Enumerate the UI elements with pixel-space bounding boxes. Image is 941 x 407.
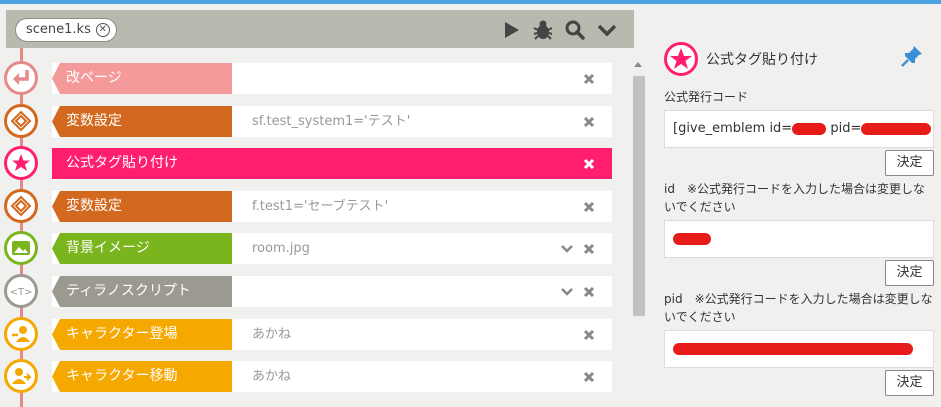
- id-input[interactable]: [664, 220, 934, 258]
- command-value: あかね: [252, 369, 292, 384]
- command-row[interactable]: 変数設定 f.test1='セーブテスト': [52, 191, 612, 222]
- properties-panel: 公式タグ貼り付け 公式発行コード [give_emblem id= pid= 決…: [650, 4, 941, 407]
- command-row[interactable]: キャラクター移動 あかね: [52, 361, 612, 392]
- command-row[interactable]: 背景イメージ room.jpg: [52, 233, 612, 264]
- command-row[interactable]: 公式タグ貼り付け: [52, 148, 612, 179]
- bug-icon[interactable]: [532, 19, 554, 41]
- command-label: キャラクター登場: [52, 319, 232, 350]
- command-row[interactable]: 変数設定 sf.test_system1='テスト': [52, 106, 612, 137]
- command-row[interactable]: 改ページ: [52, 63, 612, 94]
- delete-icon[interactable]: [582, 284, 596, 298]
- field-code-label: 公式発行コード: [664, 90, 749, 104]
- delete-icon[interactable]: [582, 114, 596, 128]
- script-tag-icon: <T>: [4, 274, 38, 308]
- tab-label: scene1.ks: [26, 22, 91, 37]
- pin-icon[interactable]: [900, 44, 924, 68]
- chevron-down-icon[interactable]: [560, 284, 574, 298]
- code-input-prefix: [give_emblem id=: [673, 121, 793, 136]
- delete-icon[interactable]: [582, 156, 596, 170]
- cube-icon: [4, 104, 38, 138]
- command-label: 公式タグ貼り付け: [52, 148, 232, 179]
- command-value: f.test1='セーブテスト': [252, 199, 389, 214]
- chevron-down-icon[interactable]: [596, 19, 618, 41]
- delete-icon[interactable]: [582, 71, 596, 85]
- scroll-up-arrow[interactable]: [634, 62, 642, 67]
- delete-icon[interactable]: [582, 327, 596, 341]
- command-label: 変数設定: [52, 106, 232, 137]
- timeline-line: [20, 48, 23, 407]
- return-icon: [4, 61, 38, 95]
- command-row[interactable]: キャラクター登場 あかね: [52, 319, 612, 350]
- star-icon: [4, 146, 38, 180]
- field-id-label: id ※公式発行コードを入力した場合は変更しないでください: [664, 182, 926, 214]
- image-icon: [4, 231, 38, 265]
- redaction-mark: [792, 122, 827, 135]
- panel-header: 公式タグ貼り付け: [664, 42, 818, 76]
- svg-text:<T>: <T>: [10, 287, 32, 298]
- redaction-mark: [673, 342, 913, 355]
- cube-icon: [4, 189, 38, 223]
- tab-scene1[interactable]: scene1.ks ✕: [15, 18, 117, 42]
- toolbar: [500, 19, 618, 41]
- scroll-thumb[interactable]: [633, 76, 645, 316]
- command-label: 改ページ: [52, 63, 232, 94]
- command-label: 変数設定: [52, 191, 232, 222]
- delete-icon[interactable]: [582, 199, 596, 213]
- close-circle-icon[interactable]: ✕: [95, 23, 110, 37]
- play-icon[interactable]: [500, 19, 522, 41]
- submit-button-pid[interactable]: 決定: [885, 370, 934, 396]
- star-icon: [664, 42, 698, 76]
- code-input-mid: pid=: [826, 121, 862, 136]
- command-row[interactable]: ティラノスクリプト: [52, 276, 612, 307]
- pid-input[interactable]: [664, 330, 934, 368]
- redaction-mark: [673, 232, 711, 245]
- command-value: あかね: [252, 327, 292, 342]
- redaction-mark: [861, 122, 932, 135]
- command-label: キャラクター移動: [52, 361, 232, 392]
- scrollbar[interactable]: [630, 56, 646, 407]
- scenario-editor: scene1.ks ✕ 改ページ変数設定 sf.test_system1='テスト…: [0, 4, 650, 407]
- command-label: ティラノスクリプト: [52, 276, 232, 307]
- submit-button-code[interactable]: 決定: [885, 150, 934, 176]
- chevron-down-icon[interactable]: [560, 241, 574, 255]
- character-move-icon: [4, 359, 38, 393]
- search-icon[interactable]: [564, 19, 586, 41]
- character-enter-icon: [4, 317, 38, 351]
- field-pid-label: pid ※公式発行コードを入力した場合は変更しないでください: [664, 292, 933, 324]
- tab-bar: scene1.ks ✕: [6, 10, 634, 48]
- delete-icon[interactable]: [582, 369, 596, 383]
- command-value: room.jpg: [252, 241, 310, 256]
- command-value: sf.test_system1='テスト': [252, 114, 411, 129]
- delete-icon[interactable]: [582, 241, 596, 255]
- code-input[interactable]: [give_emblem id= pid=: [664, 110, 934, 148]
- command-label: 背景イメージ: [52, 233, 232, 264]
- panel-title: 公式タグ貼り付け: [706, 52, 818, 68]
- submit-button-id[interactable]: 決定: [885, 260, 934, 286]
